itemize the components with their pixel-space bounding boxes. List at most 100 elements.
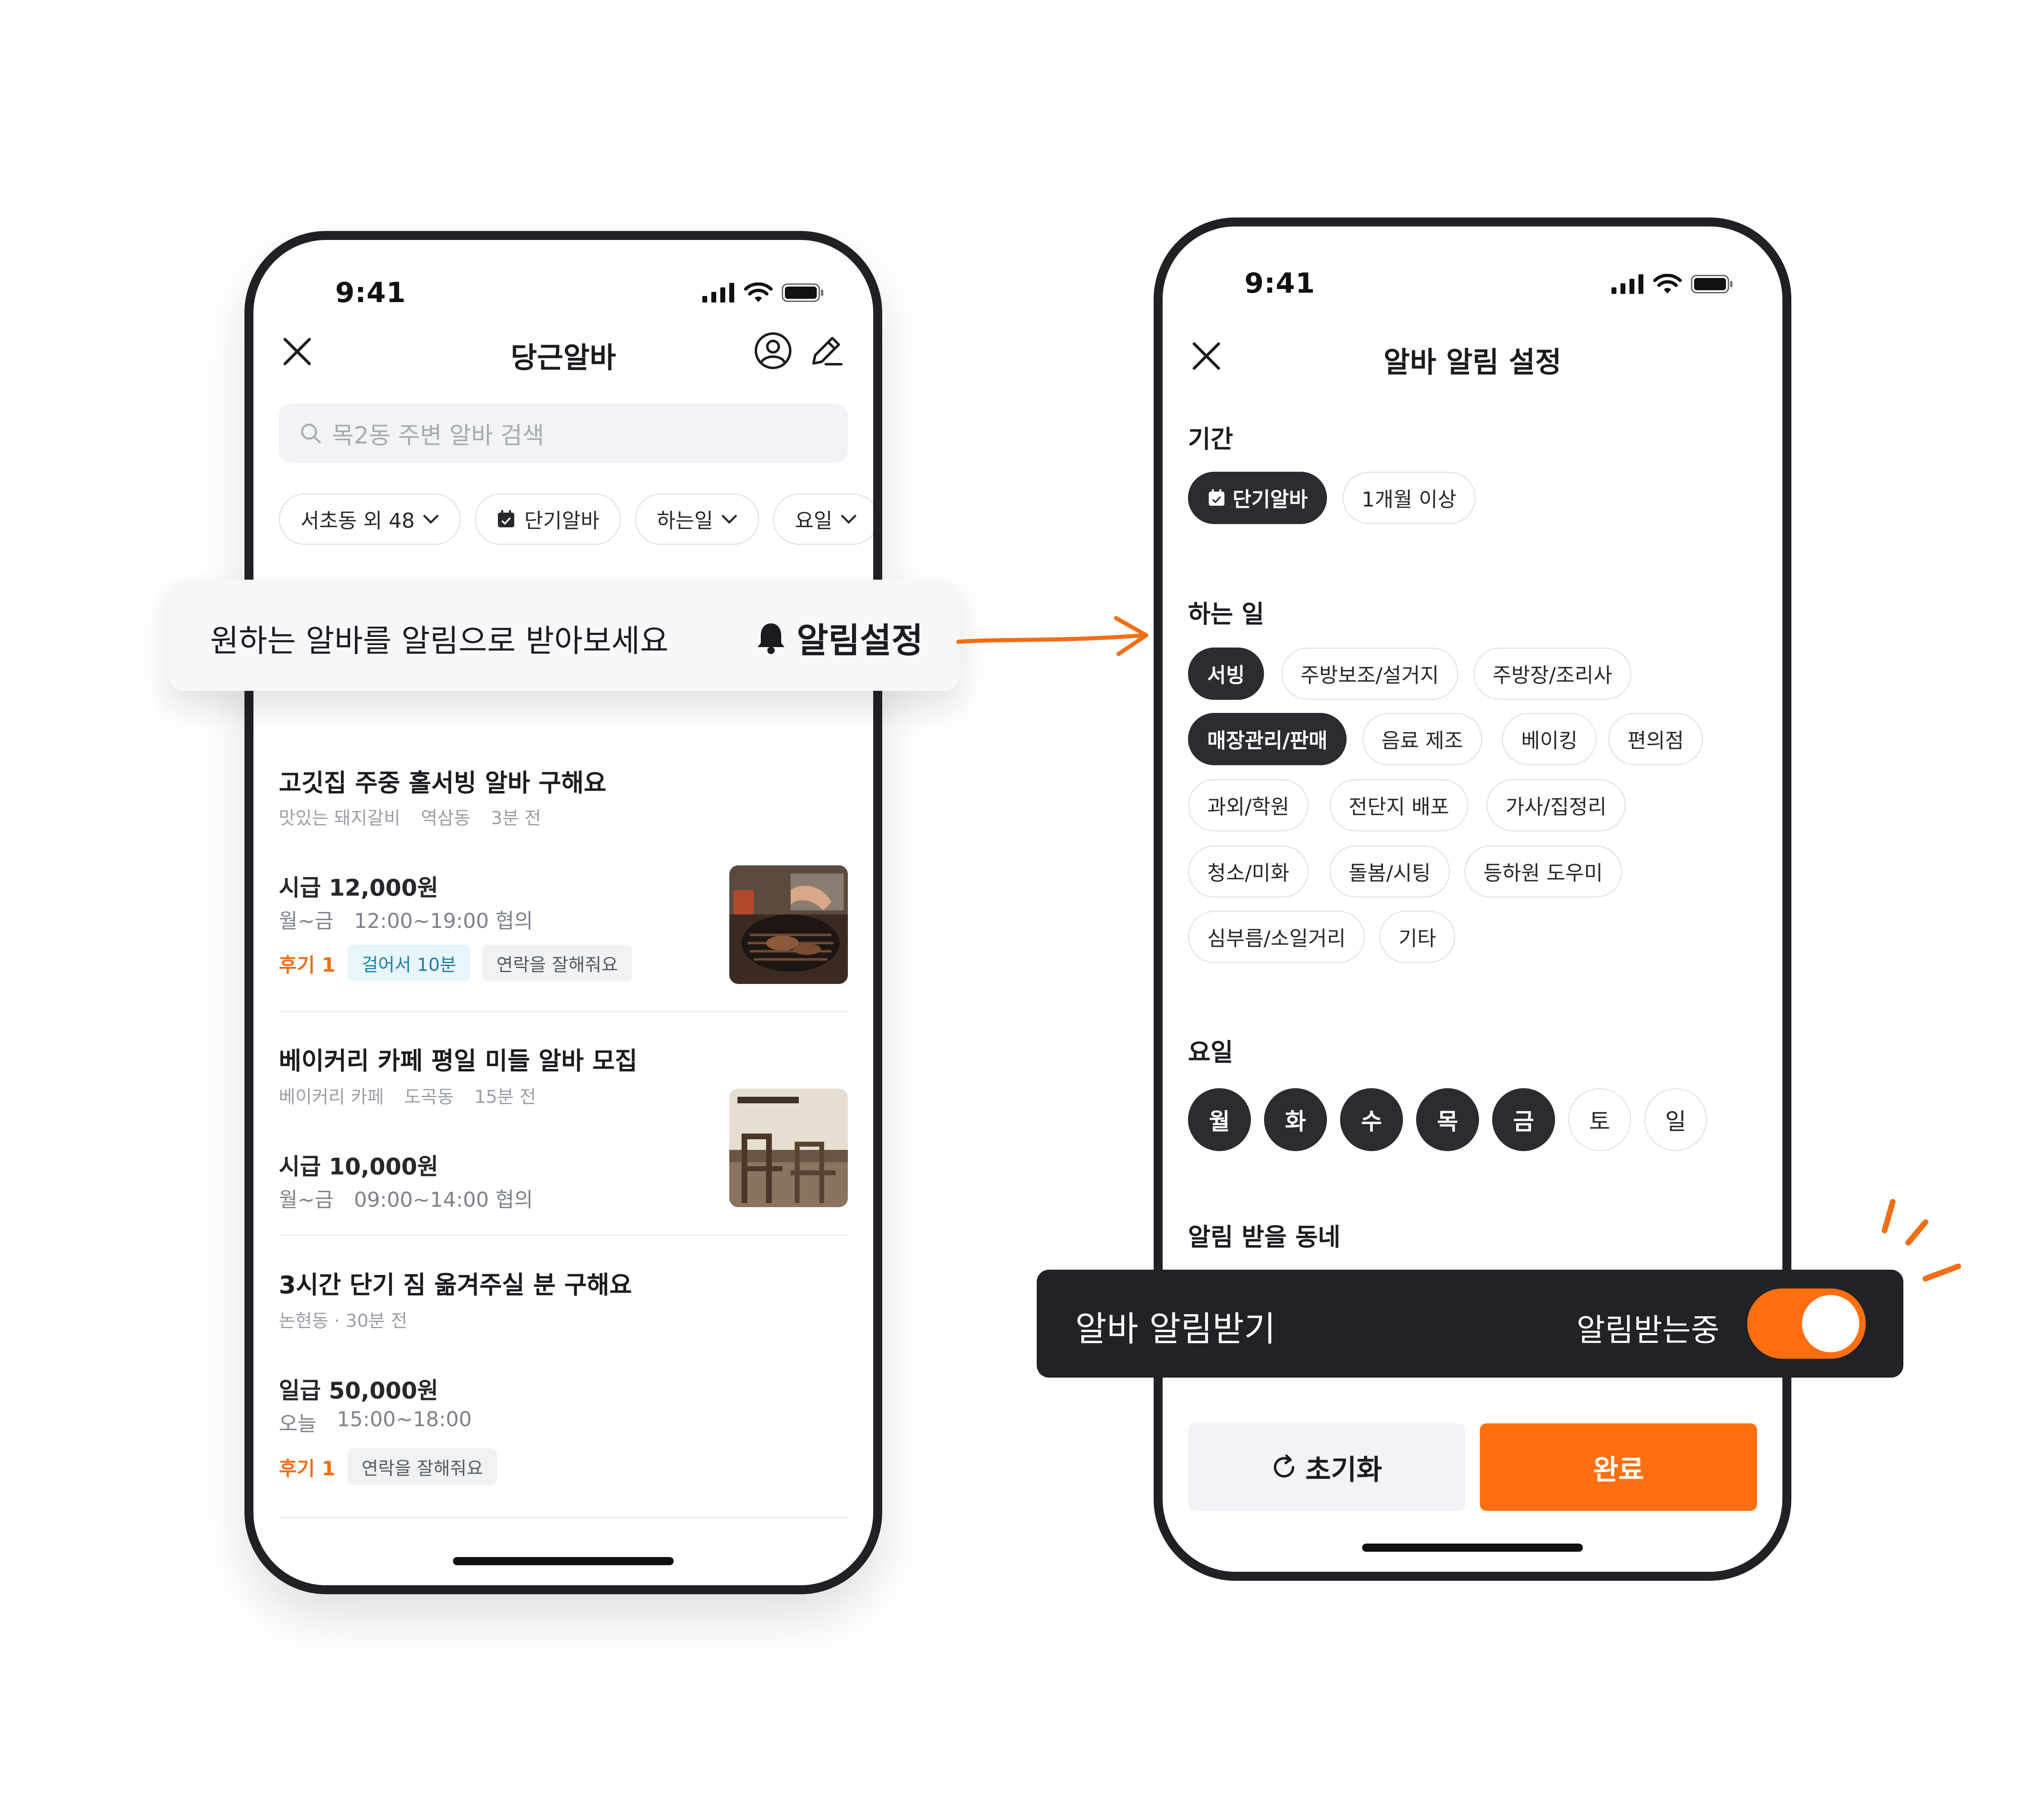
post-thumbnail — [729, 1089, 848, 1207]
reset-button[interactable]: 초기화 — [1188, 1423, 1465, 1511]
section-title-jobs: 하는 일 — [1188, 600, 1264, 629]
meta-time: 3분 전 — [491, 808, 541, 829]
section-title-period: 기간 — [1188, 425, 1233, 454]
alert-toggle[interactable] — [1747, 1288, 1866, 1359]
job-option[interactable]: 등하원 도우미 — [1464, 845, 1622, 898]
chevron-down-icon — [423, 515, 439, 524]
job-option[interactable]: 심부름/소일거리 — [1188, 911, 1365, 963]
profile-icon — [755, 332, 791, 369]
section-title-neighborhood: 알림 받을 동네 — [1188, 1223, 1340, 1252]
status-time: 9:41 — [1244, 267, 1316, 300]
toggle-title: 알바 알림받기 — [1075, 1309, 1276, 1349]
chevron-down-icon — [841, 515, 856, 524]
search-placeholder: 목2동 주변 알바 검색 — [332, 421, 545, 449]
job-option[interactable]: 주방장/조리사 — [1473, 648, 1632, 700]
job-option[interactable]: 주방보조/설거지 — [1281, 648, 1458, 700]
grill-photo — [729, 865, 848, 984]
schedule-hours: 15:00~18:00 — [337, 1407, 472, 1431]
meta-location: 도곡동 — [404, 1087, 454, 1107]
signal-icon — [702, 283, 734, 302]
post-schedule: 오늘 15:00~18:00 — [279, 1407, 472, 1437]
wifi-icon — [744, 282, 773, 302]
tag-responsive: 연락을 잘해줘요 — [347, 1448, 497, 1485]
alert-settings-button[interactable]: 알림설정 — [756, 613, 923, 663]
post-schedule: 월~금 12:00~19:00 협의 — [279, 905, 533, 934]
sparkle-icon — [1882, 1199, 1961, 1282]
alert-banner: 원하는 알바를 알림으로 받아보세요 알림설정 — [168, 580, 960, 691]
cafe-photo — [729, 1089, 848, 1207]
post-schedule: 월~금 09:00~14:00 협의 — [279, 1183, 533, 1213]
battery-icon — [782, 283, 823, 302]
profile-button[interactable] — [751, 328, 796, 373]
filter-location[interactable]: 서초동 외 48 — [279, 493, 461, 545]
divider — [279, 1234, 848, 1236]
schedule-hours: 09:00~14:00 협의 — [354, 1188, 533, 1212]
filter-job-type[interactable]: 하는일 — [635, 493, 760, 545]
post-title: 고깃집 주중 홀서빙 알바 구해요 — [279, 769, 607, 798]
battery-icon — [1691, 275, 1732, 294]
home-indicator — [453, 1557, 674, 1565]
divider — [279, 1517, 848, 1519]
schedule-days: 월~금 — [279, 909, 334, 933]
bell-icon — [757, 623, 784, 654]
search-input[interactable]: 목2동 주변 알바 검색 — [279, 403, 848, 463]
day-fri[interactable]: 금 — [1492, 1088, 1555, 1151]
post-thumbnail — [729, 865, 848, 984]
left-phone: 9:41 당근알바 목2동 주변 알바 검색 서초동 외 48 단기알바 하는일… — [244, 231, 882, 1594]
post-title: 3시간 단기 짐 옮겨주실 분 구해요 — [279, 1271, 632, 1300]
day-mon[interactable]: 월 — [1188, 1088, 1251, 1151]
done-button[interactable]: 완료 — [1480, 1423, 1757, 1511]
signal-icon — [1611, 274, 1643, 294]
filter-row: 서초동 외 48 단기알바 하는일 요일 — [279, 493, 873, 545]
divider — [279, 1011, 848, 1013]
home-indicator — [1362, 1544, 1583, 1552]
reset-label: 초기화 — [1305, 1454, 1382, 1486]
job-option[interactable]: 청소/미화 — [1188, 845, 1309, 898]
filter-days[interactable]: 요일 — [773, 493, 873, 545]
section-title-days: 요일 — [1188, 1038, 1233, 1067]
job-option[interactable]: 전단지 배포 — [1329, 779, 1468, 831]
filter-label: 서초동 외 48 — [300, 509, 415, 533]
job-option[interactable]: 편의점 — [1608, 713, 1703, 765]
job-option[interactable]: 음료 제조 — [1362, 713, 1482, 765]
post-meta: 논현동 · 30분 전 — [279, 1306, 407, 1332]
arrow-icon — [956, 616, 1148, 656]
write-button[interactable] — [804, 328, 849, 373]
banner-action-label: 알림설정 — [796, 621, 923, 661]
status-icons — [702, 282, 824, 303]
job-option[interactable]: 매장관리/판매 — [1188, 713, 1347, 765]
day-sun[interactable]: 일 — [1644, 1088, 1707, 1151]
day-thu[interactable]: 목 — [1416, 1088, 1479, 1151]
refresh-icon — [1274, 1454, 1295, 1478]
meta-store: 베이커리 카페 — [279, 1087, 384, 1107]
option-long-term[interactable]: 1개월 이상 — [1342, 472, 1476, 524]
filter-label: 하는일 — [657, 509, 713, 533]
post-title: 베이커리 카페 평일 미들 알바 모집 — [279, 1047, 638, 1076]
day-sat[interactable]: 토 — [1568, 1088, 1631, 1151]
filter-short-term[interactable]: 단기알바 — [475, 493, 621, 545]
post-meta: 맛있는 돼지갈비 역삼동 3분 전 — [279, 803, 541, 829]
job-option[interactable]: 가사/집정리 — [1486, 779, 1626, 831]
post-tags: 후기 1 연락을 잘해줘요 — [279, 1448, 497, 1485]
job-option[interactable]: 서빙 — [1188, 648, 1264, 700]
day-wed[interactable]: 수 — [1340, 1088, 1403, 1151]
toggle-status: 알림받는중 — [1576, 1312, 1719, 1348]
schedule-days: 오늘 — [279, 1412, 316, 1436]
toggle-knob — [1802, 1295, 1859, 1352]
meta-location: 역삼동 — [421, 808, 471, 829]
job-option[interactable]: 베이킹 — [1502, 713, 1597, 765]
job-option[interactable]: 과외/학원 — [1188, 779, 1309, 831]
tag-distance: 걸어서 10분 — [347, 945, 471, 981]
job-option[interactable]: 기타 — [1379, 911, 1455, 963]
post-pay: 일급 50,000원 — [279, 1378, 439, 1404]
wifi-icon — [1653, 274, 1682, 294]
calendar-check-icon — [1208, 489, 1225, 506]
review-count: 후기 1 — [279, 954, 336, 977]
post-meta: 베이커리 카페 도곡동 15분 전 — [279, 1082, 536, 1108]
meta-store: 맛있는 돼지갈비 — [279, 808, 401, 829]
option-short-term[interactable]: 단기알바 — [1188, 472, 1327, 524]
job-option[interactable]: 돌봄/시팅 — [1329, 845, 1450, 898]
day-tue[interactable]: 화 — [1264, 1088, 1327, 1151]
filter-label: 요일 — [795, 509, 833, 533]
page-title: 알바 알림 설정 — [1383, 345, 1562, 379]
